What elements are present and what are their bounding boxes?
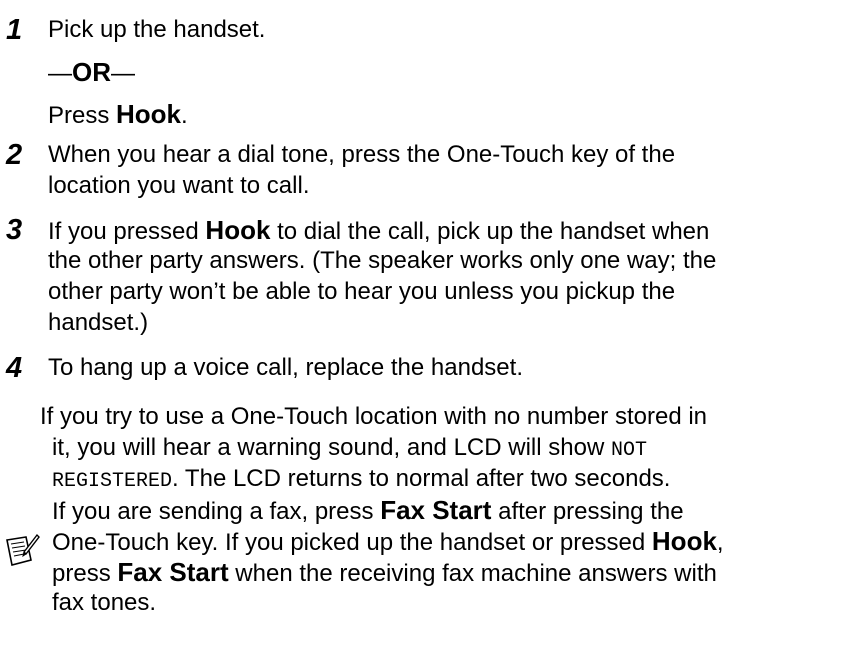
fax-start-key-label: Fax Start: [117, 557, 229, 587]
step-text: Press Hook.: [48, 99, 188, 129]
step-text: the other party answers. (The speaker wo…: [48, 247, 717, 274]
note-text: One-Touch key. If you picked up the hand…: [52, 526, 724, 556]
note-text: REGISTERED. The LCD returns to normal af…: [52, 465, 671, 493]
note-pencil-icon: [6, 533, 40, 566]
step-number: 1: [6, 14, 23, 46]
note-text: fax tones.: [52, 589, 157, 616]
step-text: handset.): [48, 309, 149, 336]
hook-key-label: Hook: [651, 526, 717, 556]
step-number: 4: [6, 352, 23, 384]
step-number: 2: [6, 139, 23, 171]
step-text: To hang up a voice call, replace the han…: [48, 354, 523, 381]
note-text: If you try to use a One-Touch location w…: [40, 403, 708, 430]
hook-key-label: Hook: [116, 99, 182, 129]
step-number: 3: [6, 214, 23, 246]
step-text: If you pressed Hook to dial the call, pi…: [48, 215, 710, 245]
lcd-message: NOT: [610, 439, 647, 462]
fax-start-key-label: Fax Start: [380, 495, 492, 525]
step-text: location you want to call.: [48, 172, 310, 199]
step-text: Pick up the handset.: [48, 16, 266, 43]
note-text: press Fax Start when the receiving fax m…: [52, 557, 717, 587]
note-text: it, you will hear a warning sound, and L…: [52, 434, 647, 462]
hook-key-label: Hook: [205, 215, 271, 245]
or-separator: —OR—: [48, 57, 135, 87]
step-text: other party won’t be able to hear you un…: [48, 278, 676, 305]
document-page: 1 Pick up the handset. —OR— Press Hook. …: [0, 0, 866, 647]
step-text: When you hear a dial tone, press the One…: [48, 141, 676, 168]
note-text: If you are sending a fax, press Fax Star…: [52, 495, 684, 525]
lcd-message: REGISTERED: [52, 470, 173, 493]
